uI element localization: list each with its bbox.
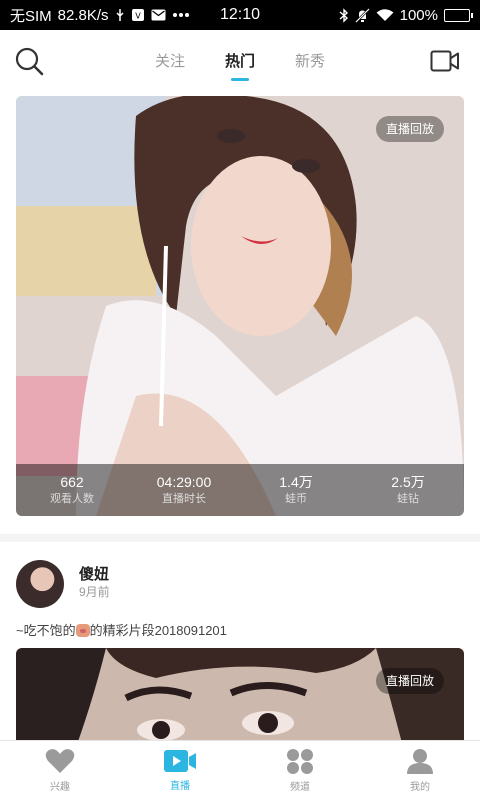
feed-tabs: 关注 热门 新秀 [0,50,480,81]
stat-value: 2.5万 [391,474,425,490]
stats-bar: 662 观看人数 04:29:00 直播时长 1.4万 蛙币 2.5万 蛙钻 [16,464,464,516]
tab-newcomer[interactable]: 新秀 [295,50,325,81]
tab-channel[interactable]: 频道 [240,748,360,793]
bluetooth-icon [339,7,349,23]
username[interactable]: 傻妞 [79,563,109,584]
post-text-start: ~吃不饱的 [16,623,76,638]
tab-mine[interactable]: 我的 [360,748,480,793]
replay-badge: 直播回放 [375,116,444,142]
tab-hot[interactable]: 热门 [225,50,255,81]
video-camera-icon [430,50,459,72]
stat-label: 直播时长 [162,493,206,505]
stat-duration: 04:29:00 直播时长 [128,473,240,507]
bottom-tab-bar: 兴趣 直播 频道 我的 [0,740,480,800]
more-dots-icon [172,12,190,18]
battery-percent: 100% [399,6,438,24]
svg-text:V: V [135,12,141,21]
video-button[interactable] [430,49,460,73]
stat-diamonds: 2.5万 蛙钻 [352,473,464,507]
section-divider [0,534,480,542]
tab-label: 直播 [170,781,190,792]
status-bar: 无SIM 82.8K/s V 12:10 100% [0,0,480,30]
stat-label: 蛙钻 [397,493,419,505]
tab-label: 频道 [290,782,310,793]
post-time: 9月前 [79,585,110,599]
status-left: 无SIM 82.8K/s V [10,5,190,26]
grid-dots-icon [287,749,313,774]
stat-label: 蛙币 [285,493,307,505]
stat-value: 662 [60,474,84,490]
pig-emoji-icon [75,624,90,637]
post-text: ~吃不饱的 的精彩片段2018091201 [16,620,227,639]
streamer-photo [16,96,464,516]
heart-icon [45,749,75,773]
stat-coins: 1.4万 蛙币 [240,473,352,507]
tab-label: 兴趣 [50,782,70,793]
usb-icon [115,8,125,22]
network-speed: 82.8K/s [57,6,109,24]
tab-interest[interactable]: 兴趣 [0,748,120,793]
replay-badge: 直播回放 [375,668,444,694]
live-replay-card[interactable]: 直播回放 662 观看人数 04:29:00 直播时长 1.4万 蛙币 2.5万… [16,96,464,516]
stat-viewers: 662 观看人数 [16,473,128,507]
post-text-end: 的精彩片段2018091201 [89,623,227,638]
tab-label: 我的 [410,782,430,793]
stat-value: 1.4万 [279,474,313,490]
wifi-icon [376,8,394,22]
mail-icon [151,9,166,21]
tab-follow[interactable]: 关注 [155,50,185,81]
status-right: 100% [339,6,473,24]
mute-bell-icon [354,7,370,23]
stat-label: 观看人数 [50,493,94,505]
avatar[interactable] [16,560,64,608]
app-notification-icon: V [131,8,145,22]
tab-live[interactable]: 直播 [120,749,240,792]
carrier-text: 无SIM [10,7,52,25]
live-video-icon [164,750,196,772]
battery-icon [444,8,473,22]
top-navigation: 关注 热门 新秀 [0,30,480,92]
stat-value: 04:29:00 [156,474,212,490]
user-icon [407,749,433,774]
